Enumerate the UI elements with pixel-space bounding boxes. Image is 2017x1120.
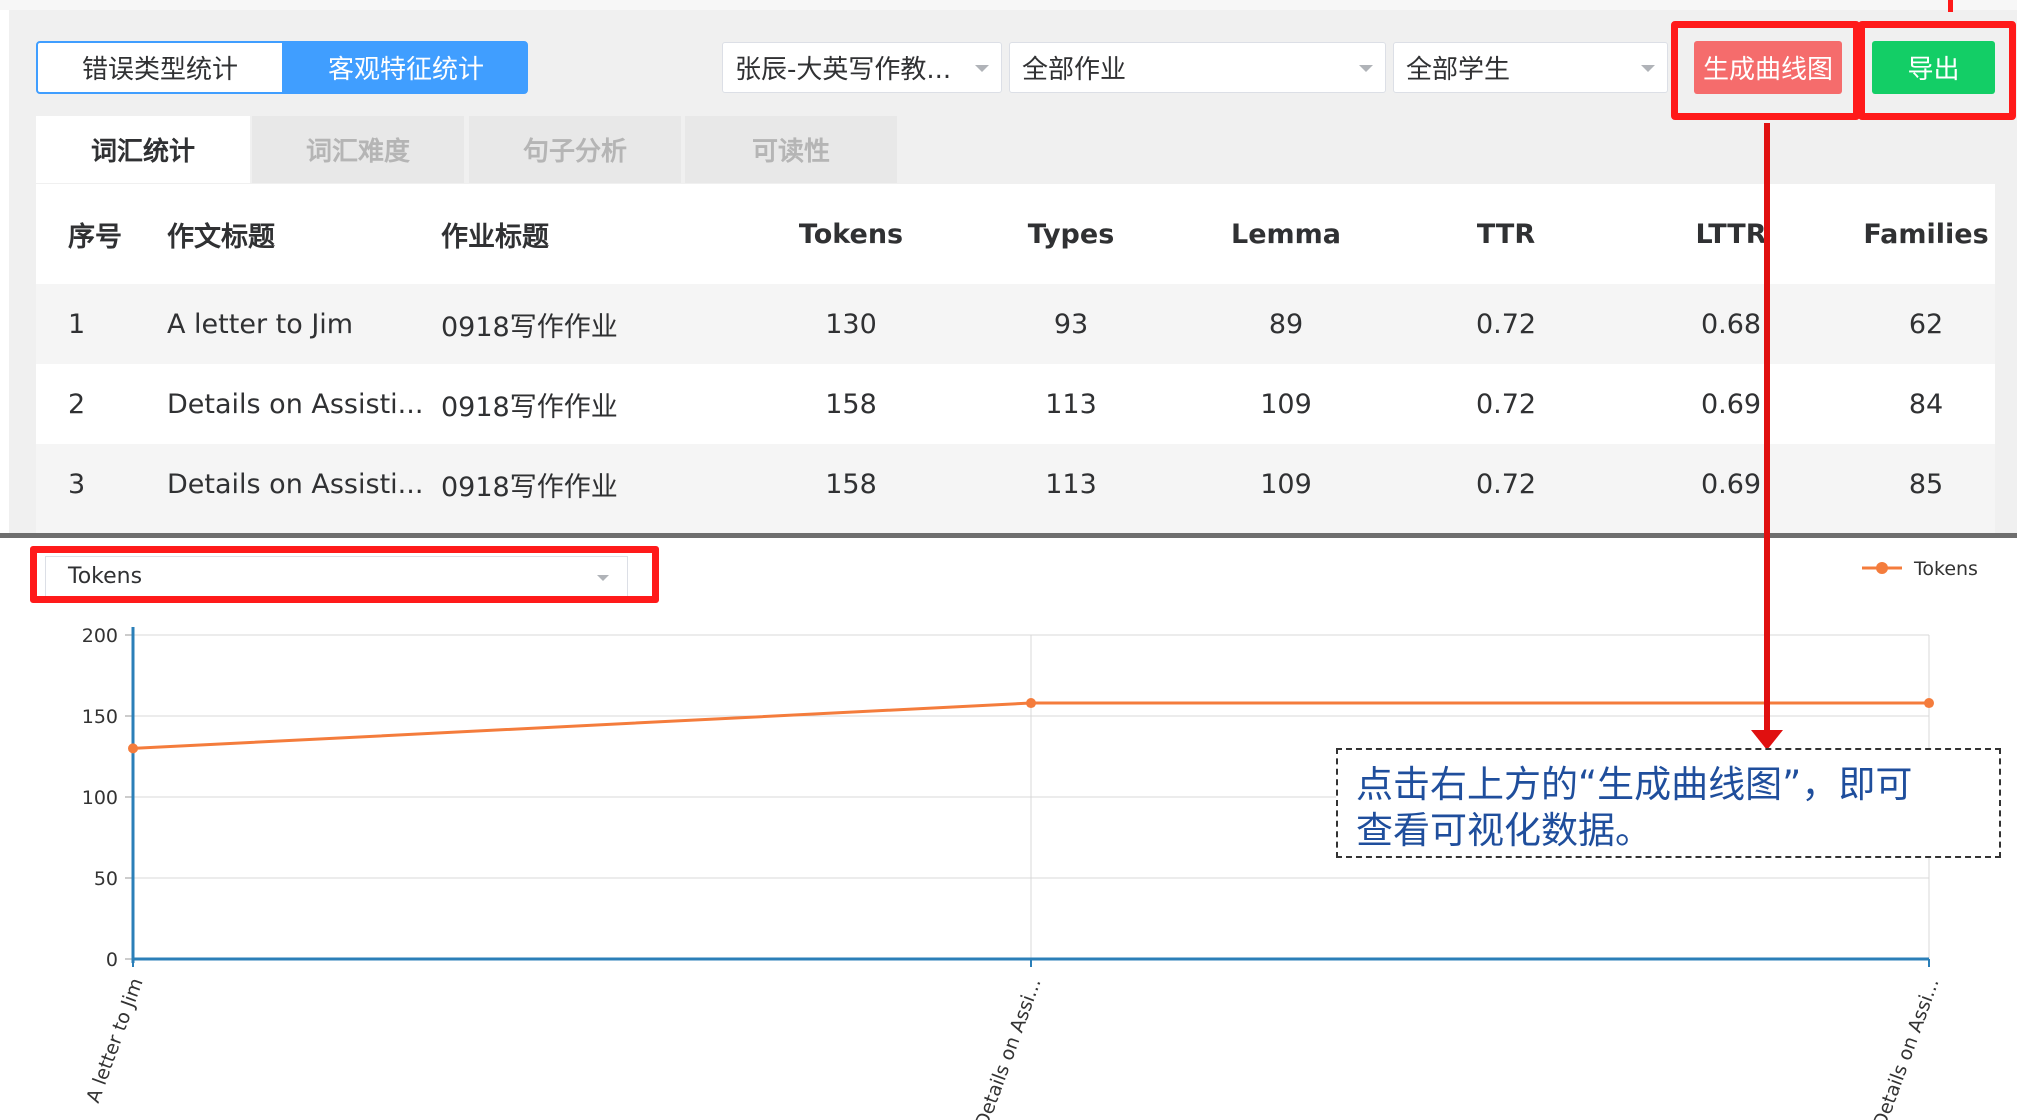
y-tick-label: 50 xyxy=(94,868,118,890)
annotation-arrow-head xyxy=(1751,730,1783,750)
tab-readability[interactable]: 可读性 xyxy=(685,116,897,183)
cell-index: 1 xyxy=(68,308,86,340)
cell-essay-title: Details on Assisti... xyxy=(167,388,424,420)
homework-select[interactable]: 全部作业 xyxy=(1009,42,1386,93)
tab-vocabulary-difficulty[interactable]: 词汇难度 xyxy=(252,116,464,183)
chevron-down-icon xyxy=(1641,65,1655,72)
highlight-box-generate-curve xyxy=(1671,21,1860,120)
legend-label: Tokens xyxy=(1913,558,1978,580)
y-tick-label: 150 xyxy=(82,706,118,728)
error-type-stats-toggle[interactable]: 错误类型统计 xyxy=(36,41,284,94)
table-row[interactable]: 3 Details on Assisti... 0918写作作业 158 113… xyxy=(36,444,1995,534)
teacher-course-select-value: 张辰-大英写作教... xyxy=(735,55,952,85)
panel-separator xyxy=(0,533,2017,538)
highlight-box-export xyxy=(1858,21,2016,120)
data-point xyxy=(1026,698,1036,709)
y-tick-label: 200 xyxy=(82,625,118,647)
callout-line-1: 点击右上方的“生成曲线图”，即可 xyxy=(1356,763,1913,806)
header-index[interactable]: 序号 xyxy=(68,184,122,284)
cell-homework-title: 0918写作作业 xyxy=(441,311,618,343)
annotation-arrow-stub xyxy=(1948,0,1953,12)
table-row[interactable]: 1 A letter to Jim 0918写作作业 130 93 89 0.7… xyxy=(36,284,1995,364)
statistics-table: 序号 作文标题 作业标题 Tokens Types Lemma TTR LTTR… xyxy=(36,184,1995,534)
chevron-down-icon xyxy=(1359,65,1373,72)
annotation-callout: 点击右上方的“生成曲线图”，即可 查看可视化数据。 xyxy=(1336,748,2001,858)
cell-homework-title: 0918写作作业 xyxy=(441,391,618,423)
top-strip xyxy=(0,0,2017,10)
cell-ttr: 0.72 xyxy=(1475,388,1537,420)
header-essay-title[interactable]: 作文标题 xyxy=(167,184,275,284)
header-homework-title[interactable]: 作业标题 xyxy=(441,184,549,284)
callout-line-2: 查看可视化数据。 xyxy=(1356,809,1652,852)
table-row[interactable]: 2 Details on Assisti... 0918写作作业 158 113… xyxy=(36,364,1995,444)
data-point xyxy=(128,743,138,754)
table-header-row: 序号 作文标题 作业标题 Tokens Types Lemma TTR LTTR… xyxy=(36,184,1995,284)
cell-ttr: 0.72 xyxy=(1475,468,1537,500)
cell-ttr: 0.72 xyxy=(1475,308,1537,340)
homework-select-value: 全部作业 xyxy=(1022,55,1127,85)
teacher-course-select[interactable]: 张辰-大英写作教... xyxy=(722,42,1002,93)
student-select-value: 全部学生 xyxy=(1406,55,1511,85)
cell-essay-title: A letter to Jim xyxy=(167,308,354,340)
y-tick-label: 100 xyxy=(82,787,118,809)
cell-index: 2 xyxy=(68,388,86,420)
cell-families: 85 xyxy=(1908,468,1944,500)
tab-vocabulary-stats[interactable]: 词汇统计 xyxy=(36,116,250,183)
header-ttr[interactable]: TTR xyxy=(1376,184,1636,284)
student-select[interactable]: 全部学生 xyxy=(1393,42,1668,93)
y-tick-label: 0 xyxy=(106,949,118,971)
cell-families: 84 xyxy=(1908,388,1944,420)
annotation-arrow-line xyxy=(1764,123,1770,735)
x-tick-label: Details on Assi... xyxy=(971,975,1046,1120)
objective-feature-stats-toggle[interactable]: 客观特征统计 xyxy=(284,41,528,94)
cell-families: 62 xyxy=(1908,308,1944,340)
cell-index: 3 xyxy=(68,468,86,500)
cell-homework-title: 0918写作作业 xyxy=(441,471,618,503)
chevron-down-icon xyxy=(975,65,989,72)
x-tick-label: A letter to Jim xyxy=(82,975,147,1106)
header-families[interactable]: Families xyxy=(1796,184,2017,284)
tab-sentence-analysis[interactable]: 句子分析 xyxy=(469,116,681,183)
data-point xyxy=(1924,698,1934,709)
cell-essay-title: Details on Assisti... xyxy=(167,468,424,500)
x-tick-label: Details on Assi... xyxy=(1869,975,1944,1120)
legend-marker xyxy=(1876,562,1888,574)
